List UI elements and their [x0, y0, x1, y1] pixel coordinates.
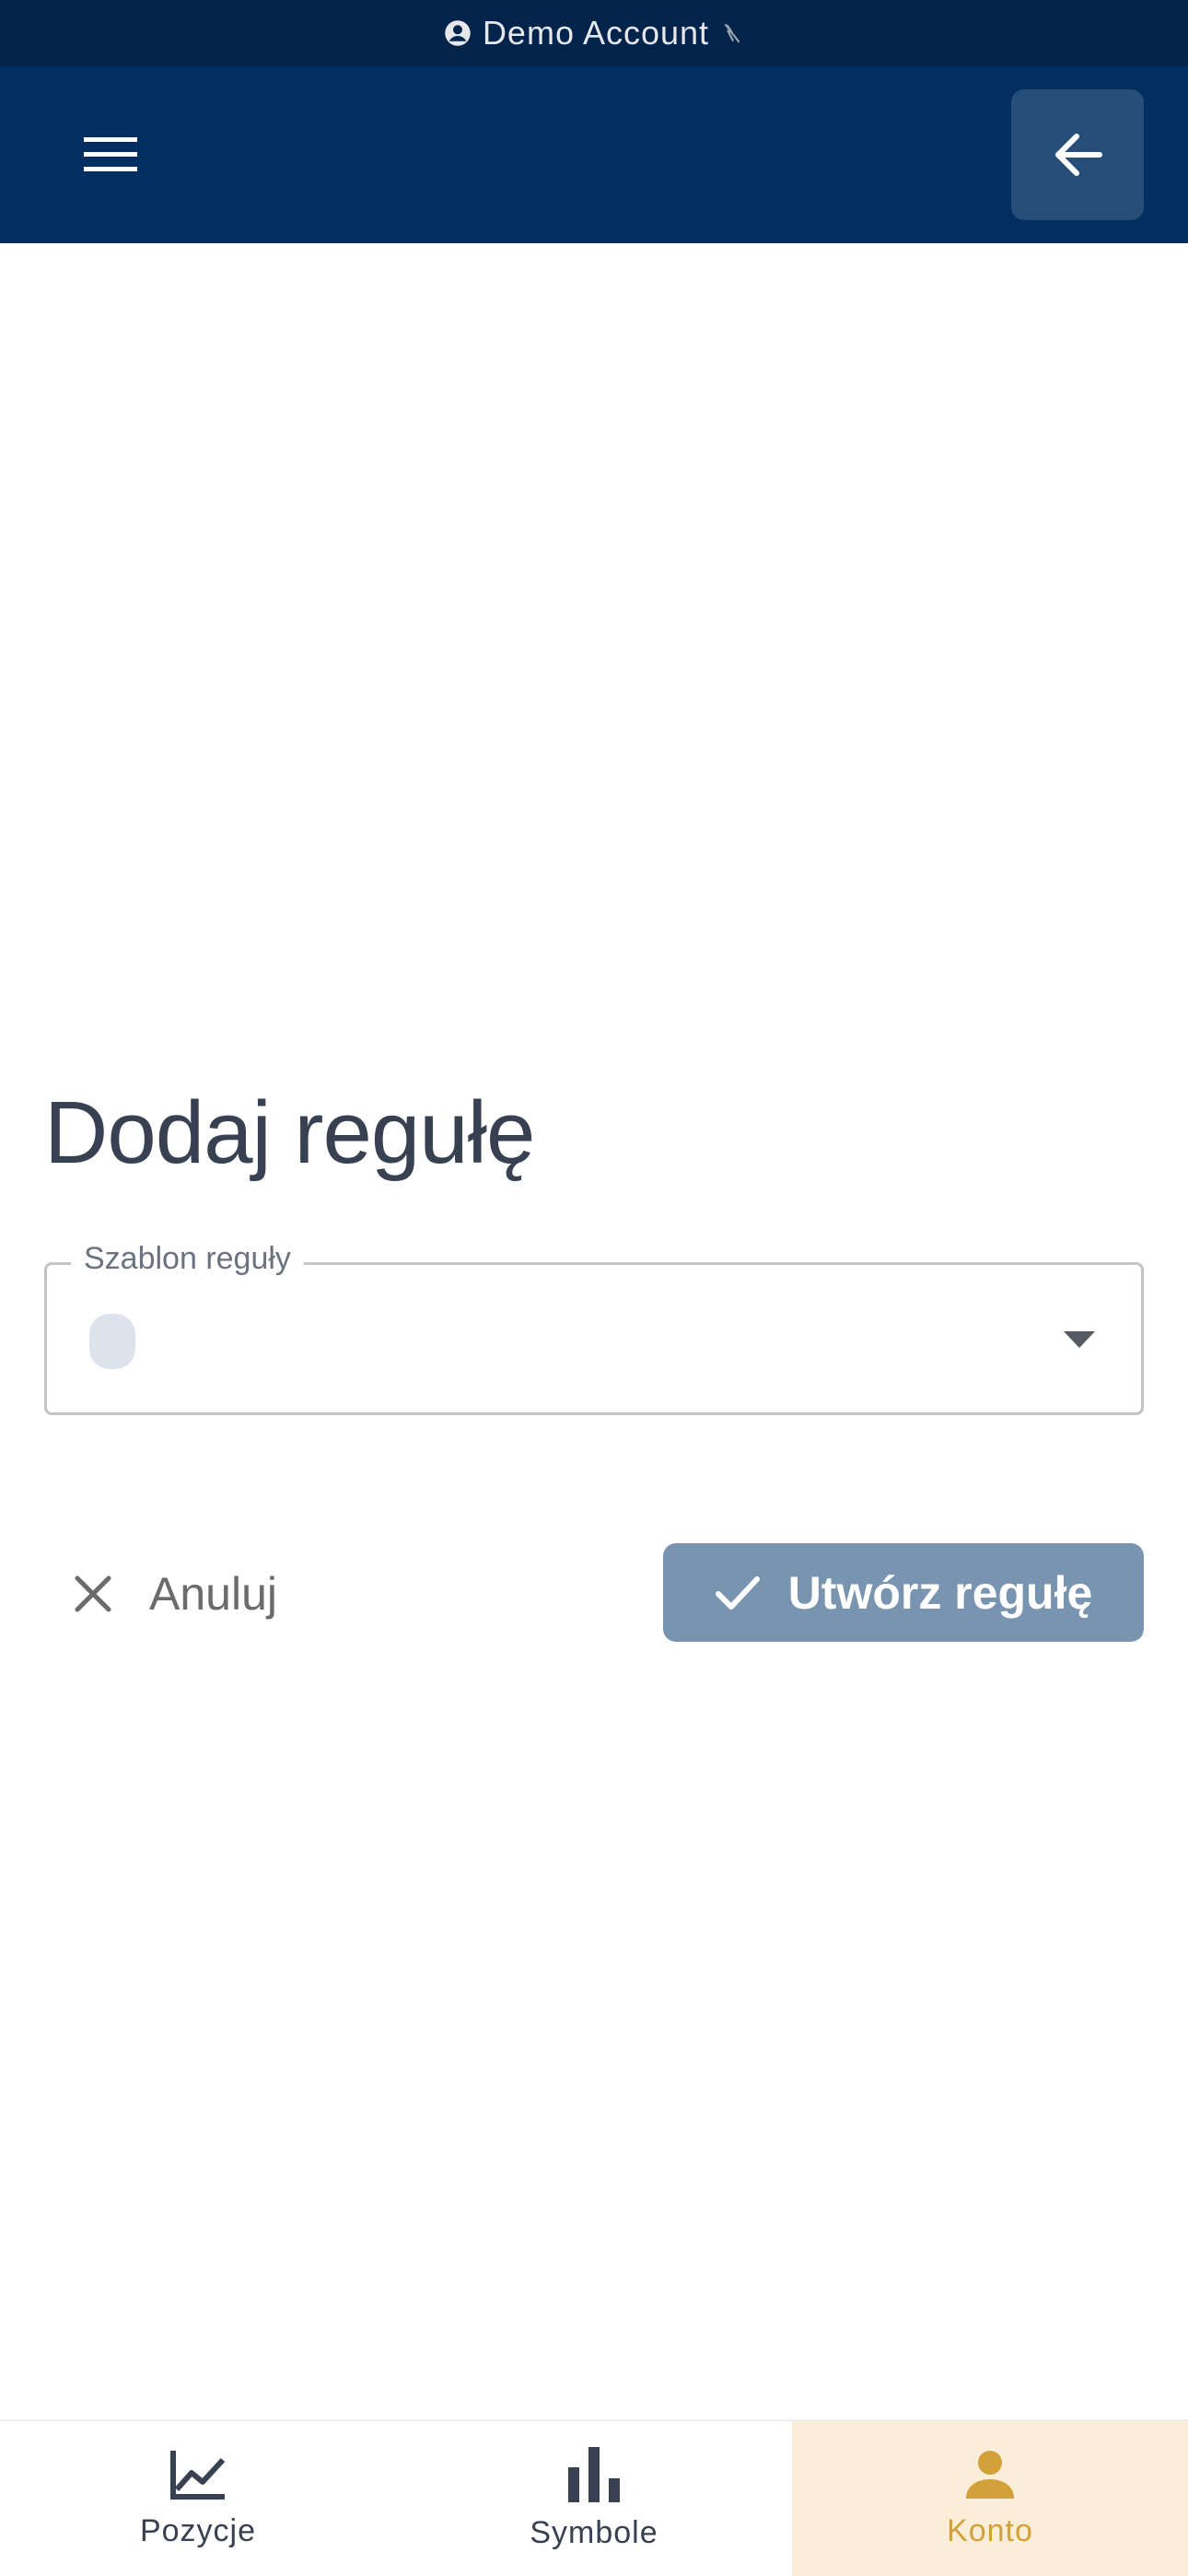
rule-template-label: Szablon reguły	[71, 1241, 304, 1277]
nav-label-account: Konto	[947, 2512, 1033, 2548]
hamburger-menu-icon	[84, 137, 137, 171]
nav-label-positions: Pozycje	[139, 2512, 257, 2548]
nav-item-account[interactable]: Konto	[792, 2421, 1188, 2576]
nav-item-positions[interactable]: Pozycje	[0, 2421, 396, 2576]
menu-button[interactable]	[64, 118, 157, 192]
rule-template-select[interactable]: Szablon reguły	[44, 1241, 1144, 1415]
loading-placeholder	[89, 1314, 135, 1369]
create-rule-label: Utwórz regułę	[787, 1566, 1093, 1619]
cancel-label: Anuluj	[149, 1568, 277, 1620]
dropdown-arrow-icon	[1064, 1331, 1095, 1348]
account-label: Demo Account	[482, 14, 710, 52]
arrow-left-icon	[1055, 134, 1102, 176]
bottom-navigation: Pozycje Symbole Konto	[0, 2419, 1188, 2576]
checkmark-icon	[715, 1575, 760, 1610]
person-icon	[966, 2450, 1014, 2499]
page-title: Dodaj regułę	[44, 1083, 535, 1182]
account-circle-icon	[445, 20, 471, 46]
app-header	[0, 66, 1188, 243]
create-rule-button[interactable]: Utwórz regułę	[663, 1543, 1144, 1642]
cancel-button[interactable]: Anuluj	[74, 1548, 277, 1640]
close-icon	[75, 1575, 111, 1612]
nav-item-symbols[interactable]: Symbole	[396, 2421, 792, 2576]
demo-account-bar: Demo Account	[0, 0, 1188, 66]
no-signal-icon	[724, 23, 740, 43]
line-chart-icon	[170, 2450, 226, 2500]
nav-label-symbols: Symbole	[530, 2514, 658, 2550]
bar-chart-icon	[568, 2446, 620, 2502]
back-button[interactable]	[1011, 89, 1144, 220]
